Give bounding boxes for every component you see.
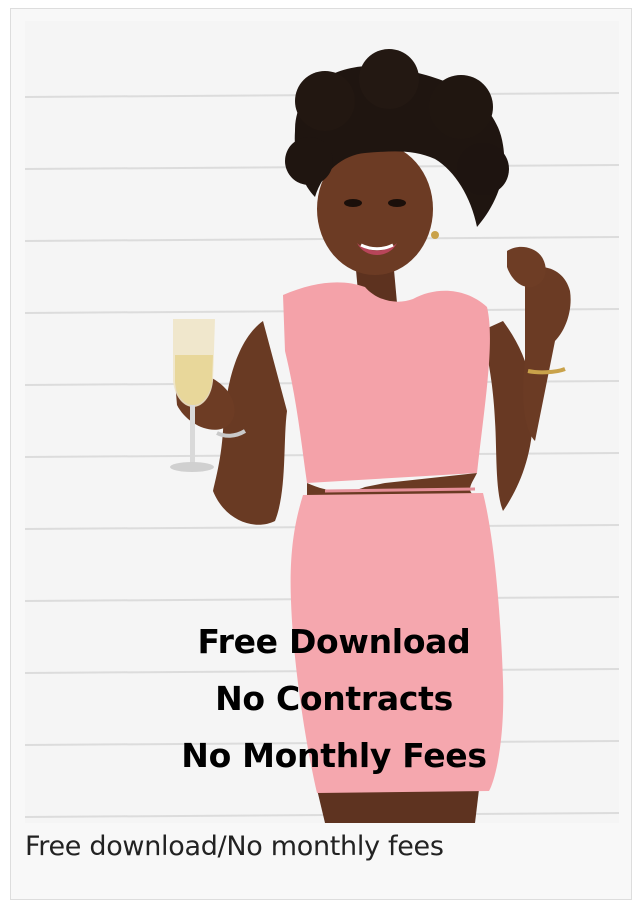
overlay-line-no-contracts: No Contracts	[215, 679, 453, 718]
image-card: Free Download No Contracts No Monthly Fe…	[10, 8, 632, 900]
overlay-line-free-download: Free Download	[197, 622, 471, 661]
dress-top	[283, 282, 490, 483]
promo-overlay-text: Free Download No Contracts No Monthly Fe…	[25, 613, 619, 784]
page: Free Download No Contracts No Monthly Fe…	[0, 0, 642, 902]
image-caption: Free download/No monthly fees	[25, 831, 444, 862]
promo-photo: Free Download No Contracts No Monthly Fe…	[25, 21, 619, 823]
overlay-line-no-monthly-fees: No Monthly Fees	[181, 736, 487, 775]
